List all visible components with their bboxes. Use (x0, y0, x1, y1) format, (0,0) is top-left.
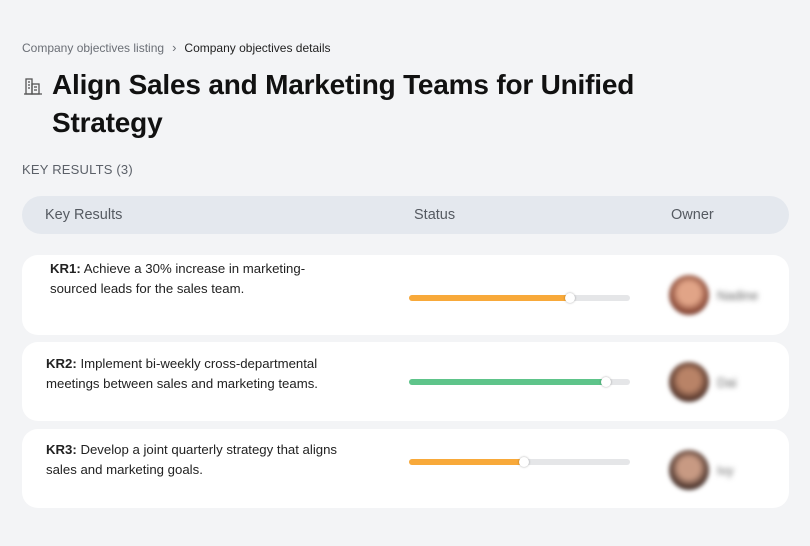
key-result-description: KR1: Achieve a 30% increase in marketing… (50, 259, 350, 299)
key-result-description: KR2: Implement bi-weekly cross-departmen… (46, 354, 346, 394)
key-result-label: KR2: (46, 356, 77, 371)
table-header: Key Results Status Owner (22, 196, 789, 234)
building-icon (24, 78, 42, 95)
breadcrumb: Company objectives listing › Company obj… (22, 40, 331, 55)
progress-fill (409, 295, 571, 301)
key-result-text: Implement bi-weekly cross-departmental m… (46, 356, 318, 391)
key-result-row-2[interactable]: KR2: Implement bi-weekly cross-departmen… (22, 342, 789, 421)
owner-cell[interactable]: Nadine (669, 275, 758, 315)
progress-handle[interactable] (518, 457, 529, 467)
column-header-key-results: Key Results (45, 207, 123, 223)
owner-name: Dai (717, 374, 737, 390)
status-progress-bar[interactable] (409, 377, 630, 387)
key-result-row-1[interactable]: KR1: Achieve a 30% increase in marketing… (22, 255, 789, 335)
owner-name: Ivy (717, 462, 734, 478)
avatar (669, 450, 709, 490)
column-header-status: Status (414, 207, 456, 223)
page-title: Align Sales and Marketing Teams for Unif… (52, 69, 635, 138)
column-header-owner: Owner (671, 207, 714, 223)
progress-fill (409, 459, 524, 465)
key-result-description: KR3: Develop a joint quarterly strategy … (46, 440, 346, 480)
key-result-label: KR3: (46, 442, 77, 457)
status-progress-bar[interactable] (409, 457, 630, 467)
key-result-text: Achieve a 30% increase in marketing-sour… (50, 261, 306, 296)
owner-cell[interactable]: Ivy (669, 450, 734, 490)
progress-handle[interactable] (565, 293, 576, 303)
avatar (669, 275, 709, 315)
breadcrumb-current: Company objectives details (184, 40, 331, 55)
progress-handle[interactable] (600, 377, 611, 387)
breadcrumb-link-objectives-listing[interactable]: Company objectives listing (22, 41, 164, 55)
key-result-text: Develop a joint quarterly strategy that … (46, 442, 338, 477)
avatar (669, 362, 709, 402)
status-progress-bar[interactable] (409, 293, 630, 303)
owner-cell[interactable]: Dai (669, 362, 737, 402)
owner-name: Nadine (717, 287, 759, 303)
key-results-count-label: KEY RESULTS (3) (22, 162, 133, 177)
progress-fill (409, 379, 606, 385)
key-result-row-3[interactable]: KR3: Develop a joint quarterly strategy … (22, 429, 789, 508)
title-area: Align Sales and Marketing Teams for Unif… (22, 66, 662, 142)
key-result-label: KR1: (50, 261, 81, 276)
chevron-right-icon: › (172, 40, 177, 55)
